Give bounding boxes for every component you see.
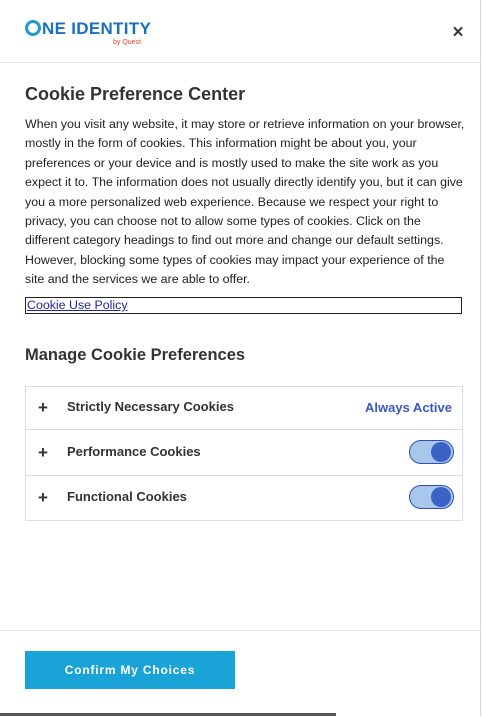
- category-label: Strictly Necessary Cookies: [67, 399, 234, 414]
- expand-plus-icon[interactable]: +: [38, 489, 48, 506]
- functional-toggle[interactable]: [409, 485, 454, 509]
- logo-text: NE IDENTITY: [42, 19, 152, 38]
- page-title: Cookie Preference Center: [25, 84, 246, 104]
- category-performance[interactable]: + Performance Cookies: [26, 429, 462, 476]
- always-active-status: Always Active: [365, 400, 452, 415]
- manage-preferences-title: Manage Cookie Preferences: [25, 346, 246, 364]
- category-label: Functional Cookies: [67, 489, 187, 504]
- cookie-policy-link[interactable]: Cookie Use Policy: [25, 297, 462, 314]
- confirm-choices-button[interactable]: Confirm My Choices: [25, 651, 235, 689]
- dialog-header: NE IDENTITY by Quest ×: [0, 0, 481, 63]
- dialog-footer: Confirm My Choices: [0, 630, 481, 717]
- preference-list: + Strictly Necessary Cookies Always Acti…: [25, 386, 463, 521]
- category-functional[interactable]: + Functional Cookies: [26, 475, 462, 521]
- performance-toggle[interactable]: [409, 440, 454, 464]
- logo-byline: by Quest: [113, 39, 142, 46]
- toggle-knob: [431, 442, 451, 462]
- logo-wordmark: NE IDENTITY: [25, 19, 151, 39]
- expand-plus-icon[interactable]: +: [38, 399, 48, 416]
- toggle-knob: [431, 487, 451, 507]
- logo-o-icon: [25, 20, 41, 36]
- preference-center-dialog: NE IDENTITY by Quest × Cookie Preference…: [0, 0, 481, 716]
- category-strictly-necessary[interactable]: + Strictly Necessary Cookies Always Acti…: [26, 387, 462, 429]
- close-icon[interactable]: ×: [449, 23, 467, 42]
- category-label: Performance Cookies: [67, 444, 201, 459]
- expand-plus-icon[interactable]: +: [38, 444, 48, 461]
- description-text: When you visit any website, it may store…: [25, 117, 465, 287]
